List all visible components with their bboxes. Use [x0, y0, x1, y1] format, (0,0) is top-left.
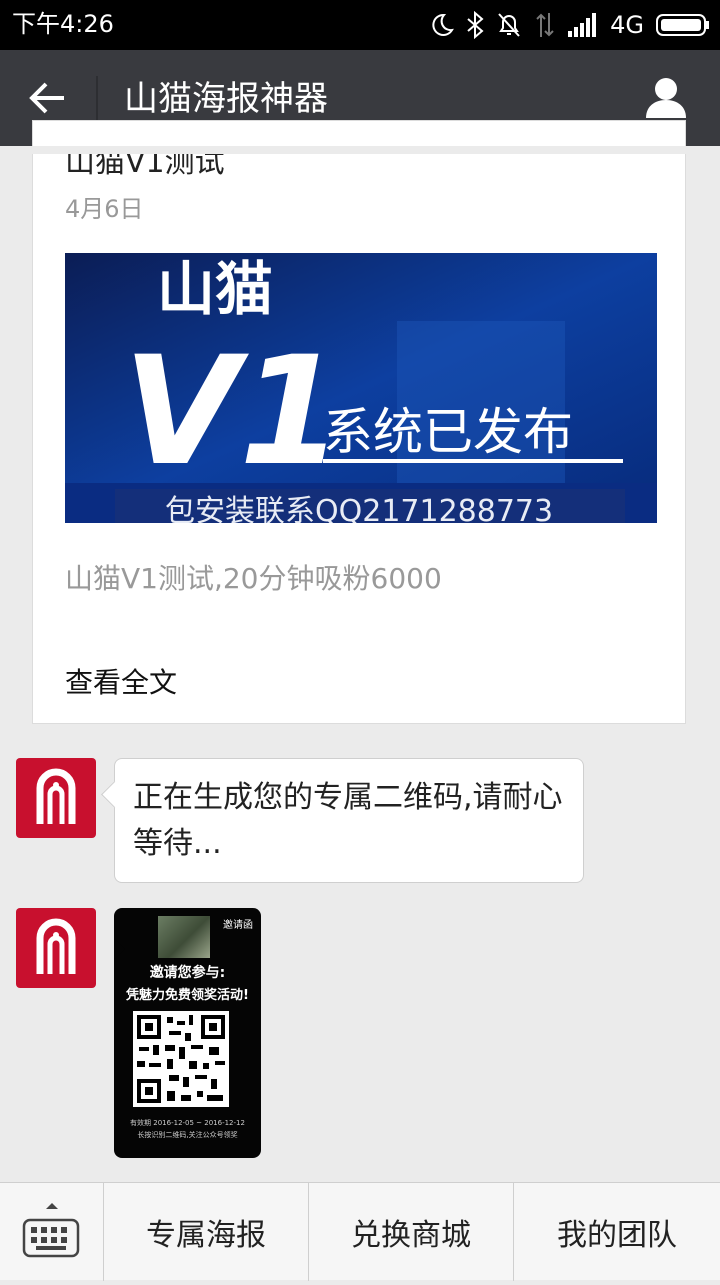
- page-title: 山猫海报神器: [124, 79, 328, 119]
- menu-my-team[interactable]: 我的团队: [514, 1183, 720, 1281]
- banner-line3: 系统已发布: [323, 403, 573, 461]
- mute-bell-icon: [498, 13, 520, 37]
- back-button[interactable]: [28, 78, 68, 118]
- back-arrow-icon: [29, 82, 64, 114]
- article-title: 山猫V1测试: [65, 145, 225, 180]
- banner-line2: V1: [123, 325, 343, 499]
- bot-avatar[interactable]: [16, 758, 96, 838]
- status-bar: 下午4:26 4G: [0, 0, 720, 50]
- message-bubble: 正在生成您的专属二维码,请耐心等待...: [114, 758, 584, 883]
- profile-button[interactable]: [644, 76, 688, 120]
- poster-subheadline: 凭魅力免费领奖活动!: [126, 988, 249, 1003]
- article-card[interactable]: 山猫V1测试 4月6日 山猫 V1 系统已发布 包安装联系QQ217128877…: [32, 120, 686, 724]
- keyboard-toggle-button[interactable]: [0, 1183, 104, 1281]
- data-transfer-icon: [536, 13, 554, 37]
- brand-logo-icon: [36, 768, 76, 824]
- bluetooth-icon: [467, 11, 484, 39]
- title-divider: [96, 76, 98, 122]
- bot-avatar[interactable]: [16, 908, 96, 988]
- brand-logo-icon: [36, 918, 76, 974]
- poster-photo: [158, 916, 210, 958]
- status-time: 下午4:26: [12, 10, 114, 38]
- user-icon: [646, 78, 686, 118]
- battery-icon: [656, 14, 709, 36]
- bottom-menu: 专属海报 兑换商城 我的团队: [0, 1182, 720, 1281]
- article-banner[interactable]: 山猫 V1 系统已发布 包安装联系QQ2171288773: [65, 253, 657, 523]
- moon-icon: [432, 13, 455, 36]
- menu-exchange-mall[interactable]: 兑换商城: [309, 1183, 514, 1281]
- qr-code-icon: [133, 1011, 229, 1107]
- article-date: 4月6日: [65, 195, 144, 223]
- status-icons: 4G: [428, 8, 710, 42]
- keyboard-icon: [22, 1203, 80, 1258]
- poster-image-message[interactable]: 邀请函 邀请您参与: 凭魅力免费领奖活动! 有效期 2016-12-05 ~ 2…: [114, 908, 261, 1158]
- poster-tag: 邀请函: [223, 920, 253, 931]
- article-description: 山猫V1测试,20分钟吸粉6000: [65, 562, 442, 595]
- read-more-link[interactable]: 查看全文: [65, 661, 177, 701]
- signal-icon: [568, 13, 597, 37]
- poster-validity: 有效期 2016-12-05 ~ 2016-12-12: [130, 1119, 245, 1127]
- menu-exclusive-poster[interactable]: 专属海报: [104, 1183, 309, 1281]
- poster-headline: 邀请您参与:: [149, 965, 226, 981]
- banner-line4: 包安装联系QQ2171288773: [165, 494, 553, 523]
- banner-line1: 山猫: [157, 255, 273, 323]
- scroll-clip: [0, 146, 720, 154]
- network-type: 4G: [610, 11, 644, 39]
- poster-instructions: 长按识别二维码,关注公众号领奖: [137, 1131, 238, 1139]
